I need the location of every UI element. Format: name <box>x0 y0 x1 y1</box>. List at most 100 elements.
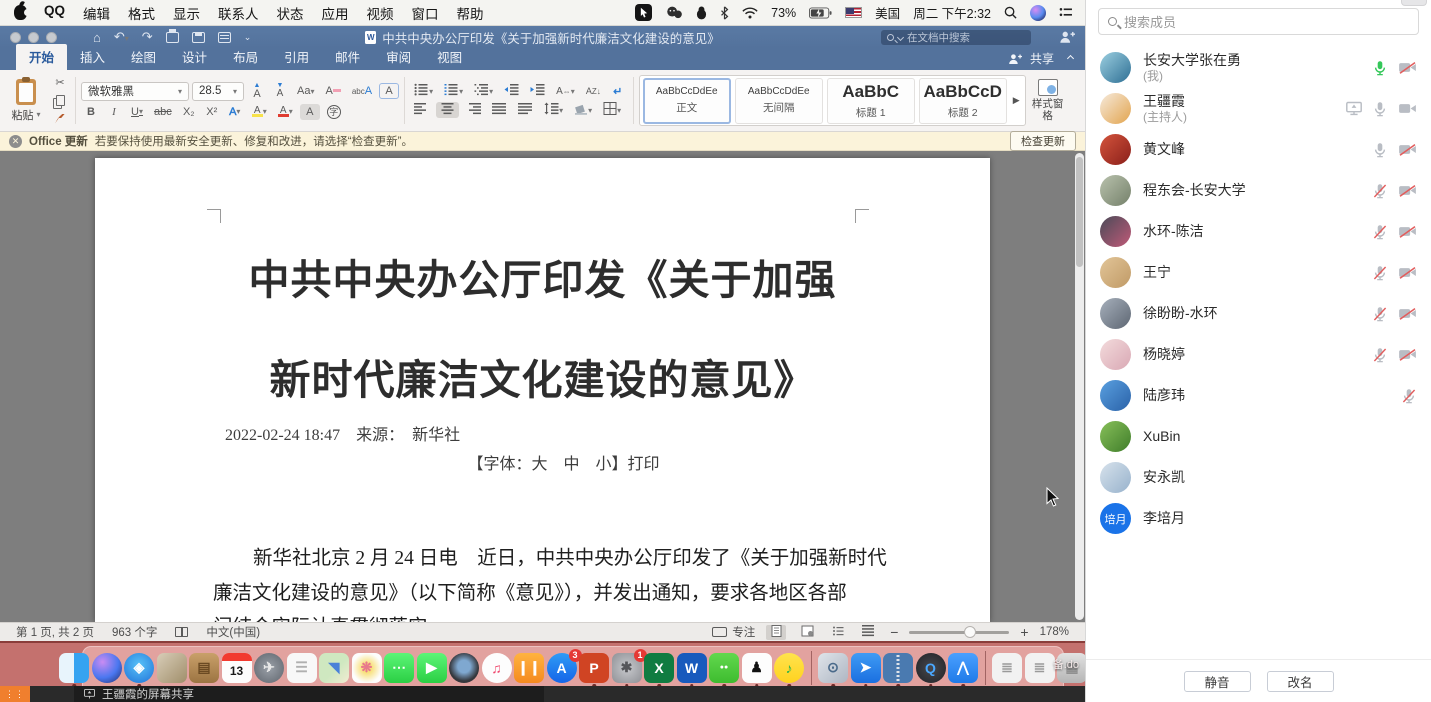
decrease-indent-button[interactable] <box>500 83 523 99</box>
dock-tencent-meeting-icon[interactable]: ⋀ <box>948 653 978 683</box>
subscript-button[interactable]: X₂ <box>179 104 199 120</box>
zoom-out-button[interactable]: − <box>890 624 898 640</box>
shading-button[interactable]: ▾ <box>570 102 596 118</box>
style-card-标题 2[interactable]: AaBbCcD标题 2 <box>919 78 1007 124</box>
zoom-in-button[interactable]: + <box>1020 624 1028 640</box>
dock-music-icon[interactable]: ♫ <box>482 653 512 683</box>
member-row[interactable]: 安永凯 <box>1086 457 1431 498</box>
dock-maps-icon[interactable]: ◥ <box>319 653 349 683</box>
dock-mail-icon[interactable] <box>157 653 187 683</box>
dock-document-stack-icon[interactable]: ≣ <box>992 653 1022 683</box>
menu-item-7[interactable]: 视频 <box>358 3 403 23</box>
dock-qq-icon[interactable]: ♟ <box>742 653 772 683</box>
page-indicator[interactable]: 第 1 页, 共 2 页 <box>16 624 94 640</box>
dock-books-icon[interactable]: ❙❙ <box>514 653 544 683</box>
redo-button[interactable]: ↷ <box>142 29 153 45</box>
web-layout-view-button[interactable] <box>797 625 817 640</box>
multilevel-list-button[interactable]: ▾ <box>470 83 497 99</box>
styles-gallery-more-icon[interactable]: ▶ <box>1011 95 1022 106</box>
member-row[interactable]: 王疆霞(主持人) <box>1086 88 1431 129</box>
menu-item-1[interactable]: 编辑 <box>74 3 119 23</box>
dock-contacts-icon[interactable]: ▤ <box>189 653 219 683</box>
align-center-button[interactable] <box>436 102 459 118</box>
mute-button[interactable]: 静音 <box>1184 671 1251 692</box>
style-card-标题 1[interactable]: AaBbC标题 1 <box>827 78 915 124</box>
distribute-button[interactable] <box>514 102 537 118</box>
line-spacing-button[interactable]: ▾ <box>540 102 567 118</box>
share-button[interactable]: 共享 <box>996 50 1085 70</box>
dock-photo-booth-icon[interactable] <box>449 653 479 683</box>
share-app-icon[interactable]: ⋮⋮ <box>0 686 30 702</box>
print-layout-view-button[interactable] <box>766 625 786 640</box>
member-row[interactable]: 培月李培月 <box>1086 498 1431 539</box>
mic-off-icon[interactable] <box>1372 306 1388 322</box>
font-name-select[interactable]: 微软雅黑▾ <box>81 82 189 101</box>
dock-document-stack-2-icon[interactable]: ≣ <box>1025 653 1055 683</box>
panel-collapse-tab[interactable] <box>1401 0 1427 6</box>
dock-finder-icon[interactable] <box>59 653 89 683</box>
language-indicator[interactable]: 中文(中国) <box>206 624 260 640</box>
font-color-button[interactable]: A▾ <box>274 104 297 120</box>
font-size-select[interactable]: 28.5▾ <box>192 82 244 101</box>
apple-menu-icon[interactable] <box>14 5 27 20</box>
rename-button[interactable]: 改名 <box>1267 671 1334 692</box>
ribbon-tab-审阅[interactable]: 审阅 <box>373 44 424 70</box>
edit-form-icon[interactable] <box>218 32 231 43</box>
dock-preview-icon[interactable]: ⊙ <box>818 653 848 683</box>
menu-item-3[interactable]: 显示 <box>164 3 209 23</box>
member-row[interactable]: 黄文峰 <box>1086 129 1431 170</box>
camera-on-icon[interactable] <box>1398 101 1417 116</box>
bluetooth-icon[interactable] <box>720 6 729 20</box>
mic-on-icon[interactable] <box>1372 101 1388 117</box>
zoom-level[interactable]: 178% <box>1040 626 1069 638</box>
shrink-font-button[interactable]: ▼A <box>270 83 290 99</box>
member-row[interactable]: 程东会-长安大学 <box>1086 170 1431 211</box>
sort-button[interactable]: AZ↓ <box>582 83 605 99</box>
character-scale-button[interactable]: A⇔▾ <box>552 83 579 99</box>
align-left-button[interactable] <box>410 102 433 118</box>
menu-item-5[interactable]: 状态 <box>268 3 313 23</box>
vertical-scrollbar[interactable] <box>1075 153 1084 620</box>
dock-app-store-icon[interactable]: A3 <box>547 653 577 683</box>
cut-button[interactable]: ✂ <box>50 75 70 91</box>
align-right-button[interactable] <box>462 102 485 118</box>
paste-button[interactable]: 粘贴▾ <box>6 75 46 127</box>
zoom-window-button[interactable] <box>46 32 57 43</box>
document-search-field[interactable]: 在文档中搜索 <box>881 30 1031 45</box>
remote-control-icon[interactable] <box>635 4 652 21</box>
camera-off-icon[interactable] <box>1398 347 1417 362</box>
word-count[interactable]: 963 个字 <box>112 624 157 640</box>
member-search-input[interactable]: 搜索成员 <box>1098 8 1419 35</box>
member-row[interactable]: 陆彦玮 <box>1086 375 1431 416</box>
dock-blue-wing-app-icon[interactable]: ➤ <box>851 653 881 683</box>
close-window-button[interactable] <box>10 32 21 43</box>
dock-wechat-icon[interactable]: ●● <box>709 653 739 683</box>
mic-on-icon[interactable] <box>1372 60 1388 76</box>
zoom-slider[interactable] <box>909 631 1009 634</box>
style-card-无间隔[interactable]: AaBbCcDdEe无间隔 <box>735 78 823 124</box>
ribbon-tab-设计[interactable]: 设计 <box>169 44 220 70</box>
collapse-ribbon-icon[interactable] <box>1067 55 1074 62</box>
bullet-list-button[interactable]: ▾ <box>410 83 437 99</box>
ribbon-tab-邮件[interactable]: 邮件 <box>322 44 373 70</box>
character-shading-button[interactable]: A <box>300 104 320 120</box>
desktop-file-label[interactable]: 备.do <box>1053 656 1079 672</box>
character-border-button[interactable]: A <box>379 83 399 99</box>
zoom-slider-knob[interactable] <box>964 626 976 638</box>
paragraph-mark-button[interactable]: ↵ <box>608 83 628 99</box>
ribbon-tab-开始[interactable]: 开始 <box>16 44 67 70</box>
mic-off-icon[interactable] <box>1372 347 1388 363</box>
phonetic-guide-button[interactable]: abcA <box>348 83 376 99</box>
clear-formatting-button[interactable]: A <box>321 83 344 99</box>
dock-system-preferences-icon[interactable]: ✱1 <box>612 653 642 683</box>
dock-qq-music-icon[interactable]: ♪ <box>774 653 804 683</box>
spotlight-search-icon[interactable] <box>1004 6 1017 19</box>
dock-photos-icon[interactable]: ❋ <box>352 653 382 683</box>
highlight-button[interactable]: A▾ <box>248 104 271 120</box>
style-card-正文[interactable]: AaBbCcDdEe正文 <box>643 78 731 124</box>
member-row[interactable]: 水环-陈洁 <box>1086 211 1431 252</box>
menu-item-6[interactable]: 应用 <box>313 3 358 23</box>
outline-view-button[interactable] <box>828 625 848 640</box>
menu-item-4[interactable]: 联系人 <box>209 3 268 23</box>
wifi-icon[interactable] <box>742 7 758 19</box>
